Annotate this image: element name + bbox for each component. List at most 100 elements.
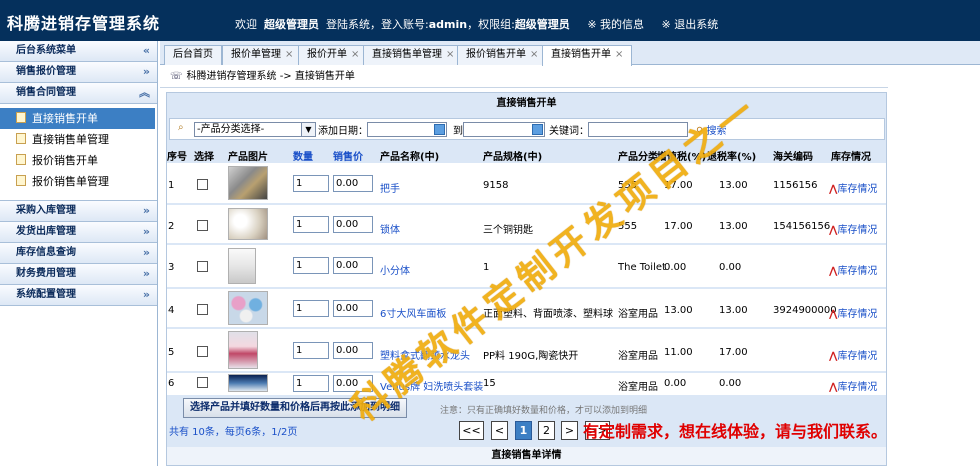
product-name-link[interactable]: 小分体 bbox=[380, 262, 410, 277]
sidebar-item-direct-sale-manage[interactable]: 直接销售单管理 bbox=[0, 129, 157, 150]
product-image[interactable] bbox=[228, 331, 258, 369]
end-date-input[interactable] bbox=[463, 122, 545, 137]
sidebar-top[interactable]: 后台系统菜单 « bbox=[0, 41, 157, 62]
col-name: 产品名称(中) bbox=[380, 152, 440, 163]
price-input[interactable]: 0.00 bbox=[333, 300, 373, 317]
prev-page-button[interactable]: < bbox=[491, 421, 508, 440]
page-info: 共有 10条，每页6条，1/2页 bbox=[169, 427, 298, 438]
page-1-button[interactable]: 1 bbox=[515, 421, 532, 440]
next-page-button[interactable]: > bbox=[561, 421, 578, 440]
sidebar-section-label: 采购入库管理 bbox=[16, 205, 76, 216]
product-image[interactable] bbox=[228, 374, 268, 392]
product-name-link[interactable]: 锁体 bbox=[380, 221, 400, 236]
first-page-button[interactable]: << bbox=[459, 421, 484, 440]
sidebar-section-purchase[interactable]: 采购入库管理 » bbox=[0, 201, 157, 222]
product-spec: 15 bbox=[483, 378, 496, 389]
sidebar-section-finance[interactable]: 财务费用管理 » bbox=[0, 264, 157, 285]
close-icon[interactable]: × bbox=[530, 49, 538, 60]
sidebar-item-label: 报价销售开单 bbox=[32, 154, 98, 167]
sidebar-item-direct-sale[interactable]: 直接销售开单 bbox=[0, 108, 155, 129]
row-checkbox[interactable] bbox=[197, 261, 208, 272]
product-spec: 1 bbox=[483, 262, 490, 273]
stock-link[interactable]: ⋀库存情况 bbox=[829, 347, 877, 362]
page-2-button[interactable]: 2 bbox=[538, 421, 555, 440]
sidebar-section-label: 销售报价管理 bbox=[16, 66, 76, 77]
close-icon[interactable]: × bbox=[285, 49, 293, 60]
chevron-double-left-icon[interactable]: « bbox=[143, 41, 150, 61]
hs-code: 154156156 bbox=[773, 221, 831, 232]
close-icon[interactable]: × bbox=[351, 49, 359, 60]
breadcrumb-text: 科腾进销存管理系统 -> 直接销售开单 bbox=[186, 71, 355, 82]
qty-input[interactable]: 1 bbox=[293, 216, 329, 233]
stock-link[interactable]: ⋀库存情况 bbox=[829, 378, 877, 393]
calendar-icon[interactable] bbox=[532, 124, 543, 135]
logout-link[interactable]: ※ 退出系统 bbox=[662, 18, 719, 31]
price-input[interactable]: 0.00 bbox=[333, 257, 373, 274]
tab-home[interactable]: 后台首页 bbox=[164, 45, 222, 65]
row-checkbox[interactable] bbox=[197, 377, 208, 388]
qty-input[interactable]: 1 bbox=[293, 342, 329, 359]
category-select[interactable]: -产品分类选择- ▼ bbox=[194, 122, 316, 137]
row-checkbox[interactable] bbox=[197, 179, 208, 190]
close-icon[interactable]: × bbox=[446, 49, 454, 60]
product-name-link[interactable]: 把手 bbox=[380, 180, 400, 195]
tab-quote-open[interactable]: 报价开单 × bbox=[298, 45, 369, 65]
tab-label: 报价销售开单 bbox=[466, 49, 526, 60]
vat-rate: 17.00 bbox=[664, 221, 693, 232]
sidebar-section-config[interactable]: 系统配置管理 » bbox=[0, 285, 157, 306]
tab-quote-manage[interactable]: 报价单管理 × bbox=[222, 45, 303, 65]
tab-label: 报价单管理 bbox=[231, 49, 281, 60]
product-image[interactable] bbox=[228, 166, 268, 200]
vat-rate: 0.00 bbox=[664, 262, 687, 273]
close-icon[interactable]: × bbox=[615, 49, 623, 60]
sidebar-section-label: 销售合同管理 bbox=[16, 87, 76, 98]
group-text: ，权限组: bbox=[467, 18, 515, 31]
stock-link[interactable]: ⋀库存情况 bbox=[829, 221, 877, 236]
start-date-input[interactable] bbox=[367, 122, 447, 137]
qty-input[interactable]: 1 bbox=[293, 175, 329, 192]
tab-direct-sale-open[interactable]: 直接销售开单 × bbox=[542, 45, 633, 66]
refund-rate: 0.00 bbox=[719, 262, 742, 273]
refund-rate: 0.00 bbox=[719, 378, 742, 389]
tab-quote-sale-open[interactable]: 报价销售开单 × bbox=[457, 45, 548, 65]
row-checkbox[interactable] bbox=[197, 220, 208, 231]
row-checkbox[interactable] bbox=[197, 304, 208, 315]
qty-input[interactable]: 1 bbox=[293, 300, 329, 317]
stock-label: 库存情况 bbox=[837, 184, 878, 195]
document-icon bbox=[16, 112, 26, 123]
sidebar-section-quote[interactable]: 销售报价管理 » bbox=[0, 62, 157, 83]
product-category: 浴室用品 bbox=[618, 382, 658, 393]
my-info-link[interactable]: ※ 我的信息 bbox=[587, 18, 644, 31]
tab-label: 后台首页 bbox=[173, 49, 213, 60]
sidebar-item-quote-sale-manage[interactable]: 报价销售单管理 bbox=[0, 171, 157, 192]
sidebar-section-contract[interactable]: 销售合同管理 ︽ bbox=[0, 83, 157, 104]
stock-link[interactable]: ⋀库存情况 bbox=[829, 305, 877, 320]
stock-link[interactable]: ⋀库存情况 bbox=[829, 180, 877, 195]
sidebar-section-shipping[interactable]: 发货出库管理 » bbox=[0, 222, 157, 243]
product-image[interactable] bbox=[228, 208, 268, 240]
sidebar-section-label: 发货出库管理 bbox=[16, 226, 76, 237]
sidebar-section-stock[interactable]: 库存信息查询 » bbox=[0, 243, 157, 264]
vat-rate: 13.00 bbox=[664, 305, 693, 316]
calendar-icon[interactable] bbox=[434, 124, 445, 135]
users-icon: ☏ bbox=[170, 71, 183, 82]
price-input[interactable]: 0.00 bbox=[333, 175, 373, 192]
price-input[interactable]: 0.00 bbox=[333, 216, 373, 233]
qty-input[interactable]: 1 bbox=[293, 257, 329, 274]
price-input[interactable]: 0.00 bbox=[333, 342, 373, 359]
product-image[interactable] bbox=[228, 248, 256, 284]
sidebar-section-label: 系统配置管理 bbox=[16, 289, 76, 300]
product-image[interactable] bbox=[228, 291, 268, 325]
tab-direct-sale-manage[interactable]: 直接销售单管理 × bbox=[363, 45, 464, 65]
table-row: 2 1 0.00 锁体 三个铜钥匙 555 17.00 13.00 154156… bbox=[167, 205, 886, 243]
tab-label: 直接销售开单 bbox=[551, 49, 611, 60]
qty-input[interactable]: 1 bbox=[293, 375, 329, 392]
sidebar-item-quote-sale[interactable]: 报价销售开单 bbox=[0, 150, 157, 171]
app-logo: 科腾进销存管理系统 bbox=[7, 14, 161, 33]
row-checkbox[interactable] bbox=[197, 346, 208, 357]
sidebar-item-label: 直接销售单管理 bbox=[32, 133, 109, 146]
stock-link[interactable]: ⋀库存情况 bbox=[829, 262, 877, 277]
product-spec: 三个铜钥匙 bbox=[483, 225, 533, 236]
col-image: 产品图片 bbox=[228, 152, 268, 163]
table-row: 5 1 0.00 塑料盒式翻颈水龙头 PP料 190G,陶瓷快开 浴室用品 11… bbox=[167, 329, 886, 371]
